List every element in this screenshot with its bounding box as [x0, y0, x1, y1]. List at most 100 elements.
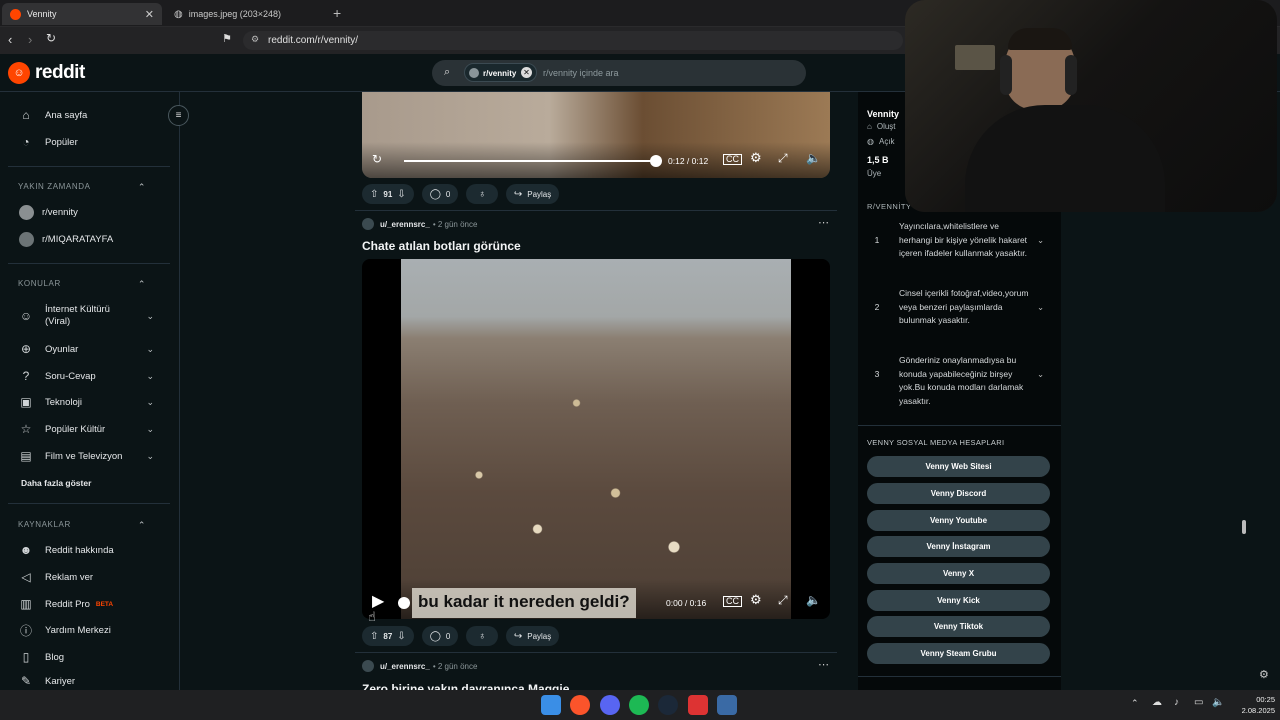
system-clock[interactable]: 00:25 2.08.2025	[1235, 694, 1275, 716]
more-options-icon[interactable]: ⋯	[818, 216, 829, 229]
downvote-icon[interactable]: ⇩	[397, 631, 405, 642]
chevron-up-icon[interactable]: ⌃	[1131, 698, 1139, 709]
social-button-discord[interactable]: Venny Discord	[867, 483, 1050, 504]
settings-icon[interactable]: ⚙	[750, 592, 762, 608]
bookmark-icon[interactable]: ⚑	[222, 32, 232, 45]
play-icon[interactable]: ▶	[372, 591, 384, 611]
progress-handle[interactable]	[650, 155, 662, 167]
sidebar-item-pop-culture[interactable]: ☆ Popüler Kültür ⌄	[18, 418, 154, 440]
rule-item[interactable]: 2 Cinsel içerikli fotoğraf,video,yorum v…	[867, 287, 1050, 328]
post-title[interactable]: Chate atılan botları görünce	[362, 239, 521, 253]
sidebar-item-r-vennity[interactable]: r/vennity	[18, 201, 154, 223]
subreddit-search-chip[interactable]: r/vennity ✕	[464, 63, 537, 82]
section-resources[interactable]: KAYNAKLAR ⌃	[18, 520, 146, 531]
sidebar-item-about-reddit[interactable]: ☻ Reddit hakkında	[18, 539, 154, 561]
sidebar-item-label: r/MIQARATAYFA	[42, 233, 114, 245]
post-author[interactable]: u/_erennsrc_	[380, 220, 430, 229]
more-options-icon[interactable]: ⋯	[818, 658, 829, 671]
replay-icon[interactable]: ↻	[372, 152, 382, 166]
social-button-youtube[interactable]: Venny Youtube	[867, 510, 1050, 531]
social-button-website[interactable]: Venny Web Sitesi	[867, 456, 1050, 477]
fullscreen-icon[interactable]: ⤢	[778, 593, 788, 608]
sidebar-item-popular[interactable]: ◔ Popüler	[18, 131, 154, 153]
settings-gear-icon[interactable]: ⚙	[1259, 668, 1269, 681]
comments-button[interactable]: ◯ 0	[421, 184, 459, 204]
browser-tab-active[interactable]: Vennity ✕	[2, 3, 162, 25]
share-button[interactable]: ↪ Paylaş	[505, 184, 560, 204]
video-progress-bar[interactable]	[404, 160, 656, 162]
sidebar-item-help-center[interactable]: ⓘ Yardım Merkezi	[18, 619, 154, 641]
post-author[interactable]: u/_erennsrc_	[380, 662, 430, 671]
collapse-sidebar-icon[interactable]: ≡	[168, 105, 189, 126]
close-tab-icon[interactable]: ✕	[145, 8, 154, 21]
sidebar-item-advertise[interactable]: ◁ Reklam ver	[18, 566, 154, 588]
microphone-icon[interactable]: ♪	[1174, 697, 1179, 708]
post-video-player[interactable]: bu kadar it nereden geldi? ▶ 0:00 / 0:16…	[362, 259, 830, 619]
section-recent[interactable]: YAKIN ZAMANDA ⌃	[18, 182, 146, 193]
captions-icon[interactable]: CC	[723, 154, 742, 165]
sidebar-item-home[interactable]: ⌂ Ana sayfa	[18, 104, 154, 126]
upvote-icon[interactable]: ⇧	[370, 631, 378, 642]
share-button[interactable]: ↪ Paylaş	[505, 626, 560, 646]
reddit-icon: ☻	[19, 543, 33, 557]
cloud-icon[interactable]: ☁	[1152, 697, 1162, 708]
network-icon[interactable]: ▭	[1194, 697, 1203, 708]
sidebar-item-label: Yardım Merkezi	[45, 624, 111, 636]
captions-icon[interactable]: CC	[723, 596, 742, 607]
app-icon[interactable]	[717, 695, 737, 715]
sidebar-item-technology[interactable]: ▣ Teknoloji ⌄	[18, 391, 154, 413]
award-button[interactable]: ♁	[466, 184, 498, 204]
new-tab-icon[interactable]: +	[333, 5, 341, 21]
rule-item[interactable]: 3 Gönderiniz onaylanmadıysa bu konuda ya…	[867, 354, 1050, 408]
upvote-icon[interactable]: ⇧	[370, 189, 378, 200]
show-more-link[interactable]: Daha fazla göster	[21, 478, 91, 488]
forward-icon[interactable]: ›	[28, 32, 32, 47]
app-icon[interactable]	[688, 695, 708, 715]
comments-button[interactable]: ◯ 0	[421, 626, 459, 646]
webcam-person-hair	[1008, 28, 1072, 50]
sidebar-item-film-tv[interactable]: ▤ Film ve Televizyon ⌄	[18, 445, 154, 467]
fullscreen-icon[interactable]: ⤢	[778, 151, 788, 166]
social-button-kick[interactable]: Venny Kick	[867, 590, 1050, 611]
subreddit-avatar-icon	[469, 68, 479, 78]
social-button-x[interactable]: Venny X	[867, 563, 1050, 584]
social-button-steam[interactable]: Venny Steam Grubu	[867, 643, 1050, 664]
downvote-icon[interactable]: ⇩	[397, 189, 405, 200]
section-topics[interactable]: KONULAR ⌃	[18, 279, 146, 290]
address-bar[interactable]: ⚙ reddit.com/r/vennity/	[243, 31, 903, 50]
spotify-icon[interactable]	[629, 695, 649, 715]
back-icon[interactable]: ‹	[8, 32, 12, 47]
volume-icon[interactable]: 🔈	[1212, 697, 1224, 708]
settings-icon[interactable]: ⚙	[750, 150, 762, 166]
discord-icon[interactable]	[600, 695, 620, 715]
sidebar-item-careers[interactable]: ✎ Kariyer	[18, 673, 154, 689]
rule-text: Cinsel içerikli fotoğraf,video,yorum vey…	[899, 288, 1029, 325]
start-icon[interactable]	[541, 695, 561, 715]
page-scrollbar-thumb[interactable]	[1242, 520, 1246, 534]
sidebar-item-games[interactable]: ⊕ Oyunlar ⌄	[18, 338, 154, 360]
reddit-logo[interactable]: ☺ reddit	[8, 62, 85, 84]
sidebar-item-qa[interactable]: ? Soru-Cevap ⌄	[18, 365, 154, 387]
top-video-player[interactable]: ↻ 0:12 / 0:12 CC ⚙ ⤢ 🔈	[362, 92, 830, 178]
post-title[interactable]: Zero birine yakın davranınca Maggie	[362, 680, 569, 690]
clear-chip-icon[interactable]: ✕	[521, 67, 532, 78]
sidebar-item-blog[interactable]: ▯ Blog	[18, 646, 154, 668]
sidebar-item-reddit-pro[interactable]: ▥ Reddit Pro BETA	[18, 593, 154, 615]
browser-tab[interactable]: ◍ images.jpeg (203×248)	[166, 3, 331, 25]
social-button-instagram[interactable]: Venny İnstagram	[867, 536, 1050, 557]
volume-icon[interactable]: 🔈	[806, 151, 821, 165]
brave-browser-icon[interactable]	[570, 695, 590, 715]
award-button[interactable]: ♁	[466, 626, 498, 646]
steam-icon[interactable]	[658, 695, 678, 715]
comment-count: 0	[445, 189, 451, 199]
video-frame-dogs	[401, 259, 791, 619]
sidebar-item-internet-culture[interactable]: ☺ İnternet Kültürü (Viral) ⌄	[18, 303, 154, 329]
book-icon: ▯	[22, 650, 30, 664]
post-actions: ⇧ 91 ⇩ ◯ 0 ♁ ↪ Paylaş	[362, 184, 560, 204]
social-button-tiktok[interactable]: Venny Tiktok	[867, 616, 1050, 637]
volume-icon[interactable]: 🔈	[806, 593, 821, 607]
reload-icon[interactable]: ↻	[46, 31, 56, 45]
progress-handle[interactable]	[398, 597, 410, 609]
sidebar-item-r-miqaratayfa[interactable]: r/MIQARATAYFA	[18, 228, 154, 250]
rule-item[interactable]: 1 Yayıncılara,whitelistlere ve herhangi …	[867, 220, 1050, 261]
